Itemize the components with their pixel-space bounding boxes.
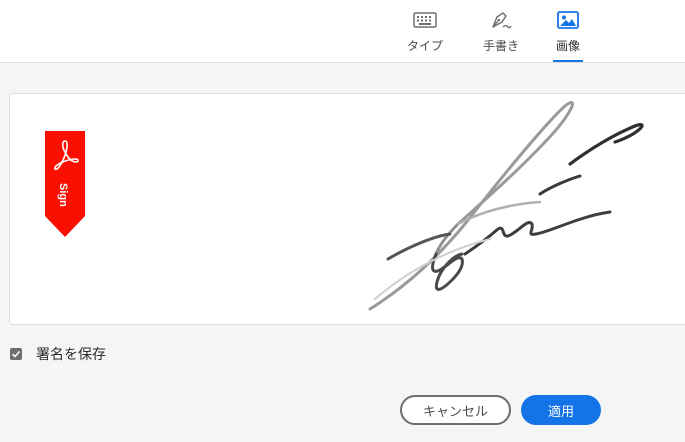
sign-badge: Sign: [45, 131, 85, 237]
tab-draw[interactable]: 手書き: [479, 10, 523, 62]
signature-panel: Sign 署名を保存 キャンセル 適用: [0, 63, 685, 442]
save-signature-checkbox[interactable]: [10, 348, 22, 360]
tab-image[interactable]: 画像: [553, 10, 583, 62]
apply-button[interactable]: 適用: [521, 395, 601, 425]
tab-type[interactable]: タイプ: [403, 10, 447, 62]
checkmark-icon: [11, 350, 21, 358]
save-signature-row[interactable]: 署名を保存: [10, 344, 106, 364]
image-icon: [555, 10, 581, 30]
tab-image-label: 画像: [555, 39, 580, 53]
signature-mode-tabs: タイプ 手書き 画像: [0, 0, 685, 63]
tab-type-label: タイプ: [406, 39, 443, 53]
keyboard-icon: [412, 10, 438, 30]
cancel-button[interactable]: キャンセル: [400, 395, 511, 425]
pen-nib-icon: [488, 10, 514, 30]
active-tab-indicator: [553, 60, 583, 62]
signature-image: [340, 94, 680, 324]
sign-badge-text: Sign: [57, 183, 69, 207]
tab-draw-label: 手書き: [482, 39, 519, 53]
save-signature-label: 署名を保存: [36, 347, 106, 363]
signature-preview-box: Sign: [9, 93, 685, 325]
